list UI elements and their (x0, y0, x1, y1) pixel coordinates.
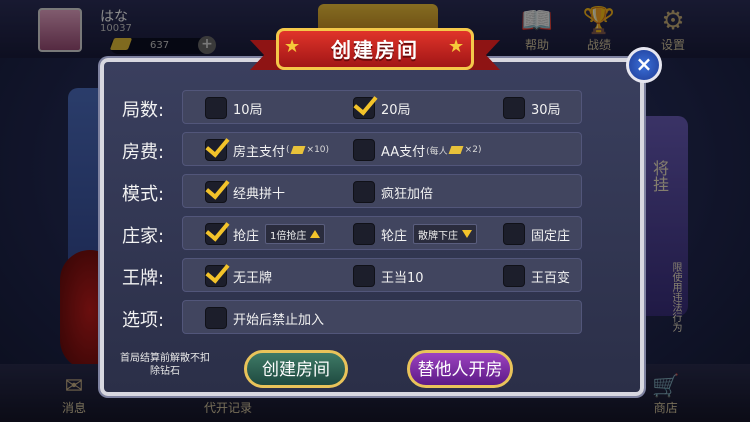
joker-row: 王牌: 无王牌 王当10 王百变 (110, 258, 582, 292)
grab-multiplier-value: 1倍抢庄 (270, 230, 307, 242)
create-room-dialog: 局数: 10局 20局 30局 房费: 房主支付 ( ×10) AA支付 (每人… (100, 58, 644, 396)
checkbox[interactable] (353, 181, 375, 203)
dissolve-note: 首局结算前解散不扣除钻石 (120, 353, 210, 377)
option-label: 王当10 (381, 270, 424, 286)
dialog-title-ribbon: ★ ★ 创建房间 (250, 20, 500, 76)
fee-amount: ×10) (306, 145, 330, 155)
banker-option-fixed[interactable]: 固定庄 (503, 223, 570, 245)
checkbox[interactable] (503, 97, 525, 119)
checkbox[interactable] (205, 97, 227, 119)
joker-option-wild[interactable]: 王百变 (503, 265, 570, 287)
mode-row: 模式: 经典拼十 疯狂加倍 (110, 174, 582, 208)
checkbox[interactable] (205, 265, 227, 287)
checkbox[interactable] (205, 139, 227, 161)
joker-option-ten[interactable]: 王当10 (353, 265, 424, 287)
checkbox[interactable] (205, 181, 227, 203)
option-label: 10局 (233, 102, 263, 118)
banker-option-grab[interactable]: 抢庄 1倍抢庄 (205, 223, 326, 245)
mode-options: 经典拼十 疯狂加倍 (182, 174, 582, 208)
rounds-label: 局数: (122, 100, 165, 121)
grab-multiplier-select[interactable]: 1倍抢庄 (265, 224, 326, 244)
checkbox[interactable] (205, 223, 227, 245)
banker-options: 抢庄 1倍抢庄 轮庄 散牌下庄 固定庄 (182, 216, 582, 250)
fee-options: 房主支付 ( ×10) AA支付 (每人 ×2) (182, 132, 582, 166)
option-label: 20局 (381, 102, 411, 118)
banker-label: 庄家: (122, 226, 165, 247)
mode-option-crazy[interactable]: 疯狂加倍 (353, 181, 433, 203)
joker-label: 王牌: (122, 268, 165, 289)
checkbox[interactable] (205, 307, 227, 329)
checkbox[interactable] (353, 265, 375, 287)
fee-amount: ×2) (464, 145, 482, 155)
fee-row: 房费: 房主支付 ( ×10) AA支付 (每人 ×2) (110, 132, 582, 166)
option-label: 30局 (531, 102, 561, 118)
create-room-button[interactable]: 创建房间 (244, 350, 348, 388)
mode-option-classic[interactable]: 经典拼十 (205, 181, 285, 203)
option-label: AA支付 (381, 144, 426, 160)
diamond-icon (448, 146, 464, 154)
fee-label: 房费: (122, 142, 165, 163)
rotate-rule-value: 散牌下庄 (418, 230, 459, 242)
fee-open-paren: ( (286, 145, 290, 155)
extra-options-row: 选项: 开始后禁止加入 (110, 300, 582, 334)
triangle-up-icon (310, 230, 321, 238)
checkbox[interactable] (353, 139, 375, 161)
banker-option-rotate[interactable]: 轮庄 散牌下庄 (353, 223, 478, 245)
checkbox[interactable] (353, 223, 375, 245)
rounds-option-10[interactable]: 10局 (205, 97, 263, 119)
rounds-options: 10局 20局 30局 (182, 90, 582, 124)
dialog-title: 创建房间 (331, 38, 419, 62)
checkbox[interactable] (353, 97, 375, 119)
option-label: 抢庄 (233, 228, 260, 244)
extra-options-label: 选项: (122, 310, 165, 331)
fee-per-person: (每人 (426, 146, 448, 157)
fee-option-aa[interactable]: AA支付 (每人 ×2) (353, 139, 481, 161)
rounds-row: 局数: 10局 20局 30局 (110, 90, 582, 124)
fee-option-host[interactable]: 房主支付 ( ×10) (205, 139, 329, 161)
create-for-others-button[interactable]: 替他人开房 (407, 350, 513, 388)
triangle-down-icon (462, 230, 473, 238)
option-label: 王百变 (531, 270, 571, 286)
option-label: 疯狂加倍 (381, 186, 434, 202)
option-label: 固定庄 (531, 228, 571, 244)
option-label: 轮庄 (381, 228, 408, 244)
option-label: 经典拼十 (233, 186, 286, 202)
option-label: 开始后禁止加入 (233, 312, 325, 328)
option-no-join-after-start[interactable]: 开始后禁止加入 (205, 307, 324, 329)
joker-option-none[interactable]: 无王牌 (205, 265, 272, 287)
option-label: 房主支付 (233, 144, 286, 160)
rotate-rule-select[interactable]: 散牌下庄 (413, 224, 478, 244)
close-icon[interactable]: × (626, 47, 662, 83)
diamond-icon (290, 146, 305, 154)
extra-options: 开始后禁止加入 (182, 300, 582, 334)
mode-label: 模式: (122, 184, 165, 205)
joker-options: 无王牌 王当10 王百变 (182, 258, 582, 292)
option-label: 无王牌 (233, 270, 273, 286)
rounds-option-20[interactable]: 20局 (353, 97, 411, 119)
rounds-option-30[interactable]: 30局 (503, 97, 561, 119)
banker-row: 庄家: 抢庄 1倍抢庄 轮庄 散牌下庄 固定庄 (110, 216, 582, 250)
checkbox[interactable] (503, 265, 525, 287)
checkbox[interactable] (503, 223, 525, 245)
